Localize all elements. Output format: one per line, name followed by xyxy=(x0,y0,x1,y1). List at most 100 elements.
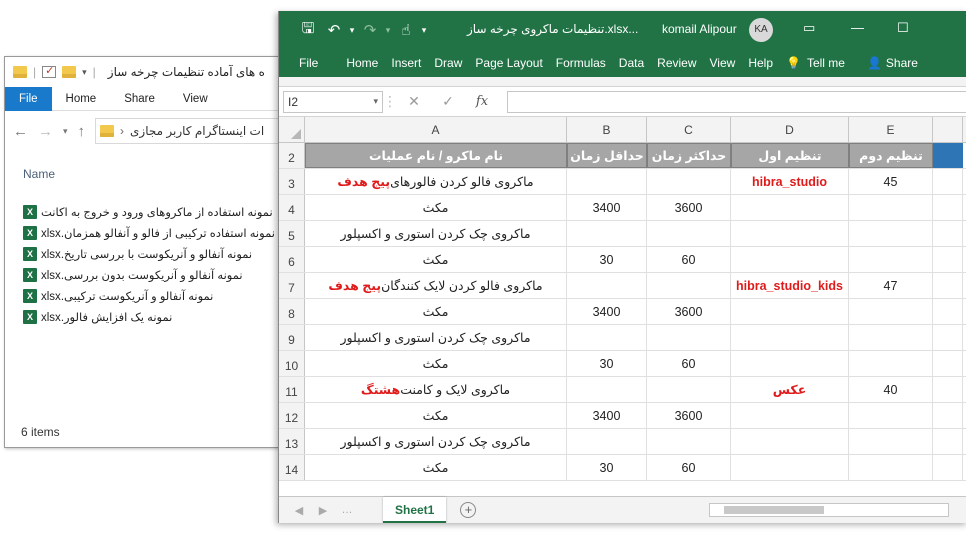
tab-file[interactable]: File xyxy=(299,56,318,70)
row-header[interactable]: 13 xyxy=(279,429,305,454)
forward-arrow-icon[interactable]: → xyxy=(38,123,53,140)
macro-name-cell[interactable]: مکث xyxy=(305,247,567,272)
next-sheet-icon[interactable]: ▶ xyxy=(311,504,335,517)
tab-insert[interactable]: Insert xyxy=(391,56,421,70)
empty-cell[interactable] xyxy=(933,325,963,350)
row-header[interactable]: 5 xyxy=(279,221,305,246)
setting-2-cell[interactable]: 47 xyxy=(849,273,933,298)
row-header[interactable]: 10 xyxy=(279,351,305,376)
row-header[interactable]: 3 xyxy=(279,169,305,194)
enter-icon[interactable]: ✓ xyxy=(431,93,465,110)
list-item[interactable]: X نمونه استفاده از ماکروهای ورود و خروج ب… xyxy=(23,201,293,222)
column-header-name[interactable]: Name xyxy=(5,151,293,195)
macro-name-cell[interactable]: ماکروی چک کردن استوری و اکسپلور xyxy=(305,429,567,454)
setting-2-cell[interactable] xyxy=(849,325,933,350)
insert-function-icon[interactable]: fx xyxy=(465,94,499,109)
min-time-cell[interactable]: 3400 xyxy=(567,195,647,220)
setting-2-cell[interactable] xyxy=(849,299,933,324)
cancel-icon[interactable]: ✕ xyxy=(397,93,431,110)
touch-mode-icon[interactable]: ☝ xyxy=(393,21,419,39)
tab-page-layout[interactable]: Page Layout xyxy=(475,56,542,70)
add-sheet-icon[interactable]: + xyxy=(460,502,477,518)
tab-draw[interactable]: Draw xyxy=(434,56,462,70)
setting-2-cell[interactable]: 45 xyxy=(849,169,933,194)
tell-me-search[interactable]: Tell me xyxy=(807,56,845,70)
tab-data[interactable]: Data xyxy=(619,56,644,70)
redo-icon[interactable]: ↷ xyxy=(357,21,383,39)
min-time-cell[interactable] xyxy=(567,169,647,194)
setting-1-cell[interactable] xyxy=(731,455,849,480)
column-header-d[interactable]: D xyxy=(731,117,849,142)
max-time-cell[interactable] xyxy=(647,325,731,350)
row-header[interactable]: 4 xyxy=(279,195,305,220)
macro-name-cell[interactable]: مکث xyxy=(305,195,567,220)
header-cell-macro-name[interactable]: نام ماکرو / نام عملیات xyxy=(305,143,567,168)
min-time-cell[interactable] xyxy=(567,221,647,246)
setting-2-cell[interactable] xyxy=(849,221,933,246)
empty-cell[interactable] xyxy=(933,195,963,220)
setting-2-cell[interactable] xyxy=(849,429,933,454)
setting-1-cell[interactable] xyxy=(731,221,849,246)
min-time-cell[interactable]: 30 xyxy=(567,247,647,272)
horizontal-scrollbar[interactable] xyxy=(709,503,949,517)
macro-name-cell[interactable]: ماکروی لایک و کامنت هشتگ xyxy=(305,377,567,402)
up-arrow-icon[interactable]: ↑ xyxy=(78,123,86,140)
empty-cell[interactable] xyxy=(933,403,963,428)
min-time-cell[interactable]: 30 xyxy=(567,455,647,480)
max-time-cell[interactable]: 3600 xyxy=(647,299,731,324)
undo-dropdown-icon[interactable]: ▾ xyxy=(347,25,357,36)
setting-2-cell[interactable] xyxy=(849,247,933,272)
max-time-cell[interactable]: 60 xyxy=(647,351,731,376)
list-item[interactable]: X نمونه استفاده ترکیبی از فالو و آنفالو ه… xyxy=(23,222,293,243)
row-header[interactable]: 9 xyxy=(279,325,305,350)
select-all-button[interactable] xyxy=(279,117,305,142)
macro-name-cell[interactable]: مکث xyxy=(305,299,567,324)
column-header-a[interactable]: A xyxy=(305,117,567,142)
chevron-down-icon[interactable]: ▾ xyxy=(373,91,378,111)
tab-share[interactable]: Share xyxy=(110,87,169,111)
tab-view[interactable]: View xyxy=(169,87,222,111)
column-header-e[interactable]: E xyxy=(849,117,933,142)
row-header[interactable]: 2 xyxy=(279,143,305,168)
max-time-cell[interactable] xyxy=(647,169,731,194)
setting-2-cell[interactable]: 40 xyxy=(849,377,933,402)
setting-1-cell[interactable]: عکس xyxy=(731,377,849,402)
list-item[interactable]: X نمونه آنفالو و آنریکوست بدون بررسی.xlsx xyxy=(23,264,293,285)
customize-toolbar-icon[interactable]: ▾ xyxy=(419,25,429,36)
macro-name-cell[interactable]: ماکروی فالو کردن لایک کنندگان پیج هدف xyxy=(305,273,567,298)
max-time-cell[interactable]: 60 xyxy=(647,247,731,272)
header-cell-setting-2[interactable]: تنظیم دوم xyxy=(849,143,933,168)
min-time-cell[interactable]: 3400 xyxy=(567,403,647,428)
column-header-c[interactable]: C xyxy=(647,117,731,142)
back-arrow-icon[interactable]: ← xyxy=(13,123,28,140)
setting-1-cell[interactable] xyxy=(731,299,849,324)
min-time-cell[interactable] xyxy=(567,377,647,402)
max-time-cell[interactable] xyxy=(647,221,731,246)
header-cell-max-time[interactable]: حداکثر زمان xyxy=(647,143,731,168)
share-button[interactable]: Share xyxy=(886,56,918,70)
tab-home[interactable]: Home xyxy=(346,56,378,70)
max-time-cell[interactable] xyxy=(647,429,731,454)
max-time-cell[interactable] xyxy=(647,377,731,402)
min-time-cell[interactable] xyxy=(567,273,647,298)
max-time-cell[interactable]: 3600 xyxy=(647,403,731,428)
max-time-cell[interactable]: 60 xyxy=(647,455,731,480)
address-bar[interactable]: › ات اینستاگرام کاربر مجازی xyxy=(95,118,293,144)
row-header[interactable]: 11 xyxy=(279,377,305,402)
setting-1-cell[interactable]: hibra_studio_kids xyxy=(731,273,849,298)
undo-icon[interactable]: ↶ xyxy=(321,21,347,39)
tab-help[interactable]: Help xyxy=(748,56,773,70)
ribbon-display-options-icon[interactable]: ▭ xyxy=(803,20,815,36)
setting-1-cell[interactable] xyxy=(731,429,849,454)
setting-2-cell[interactable] xyxy=(849,455,933,480)
minimize-icon[interactable]: — xyxy=(851,20,864,35)
avatar[interactable]: KA xyxy=(749,18,773,42)
tab-file[interactable]: File xyxy=(5,86,52,111)
more-sheets-icon[interactable]: … xyxy=(335,504,359,516)
min-time-cell[interactable] xyxy=(567,429,647,454)
row-header[interactable]: 8 xyxy=(279,299,305,324)
list-item[interactable]: X نمونه آنفالو و آنریکوست ترکیبی.xlsx xyxy=(23,285,293,306)
save-icon[interactable]: 🖫 xyxy=(295,18,321,43)
max-time-cell[interactable] xyxy=(647,273,731,298)
empty-cell[interactable] xyxy=(933,247,963,272)
